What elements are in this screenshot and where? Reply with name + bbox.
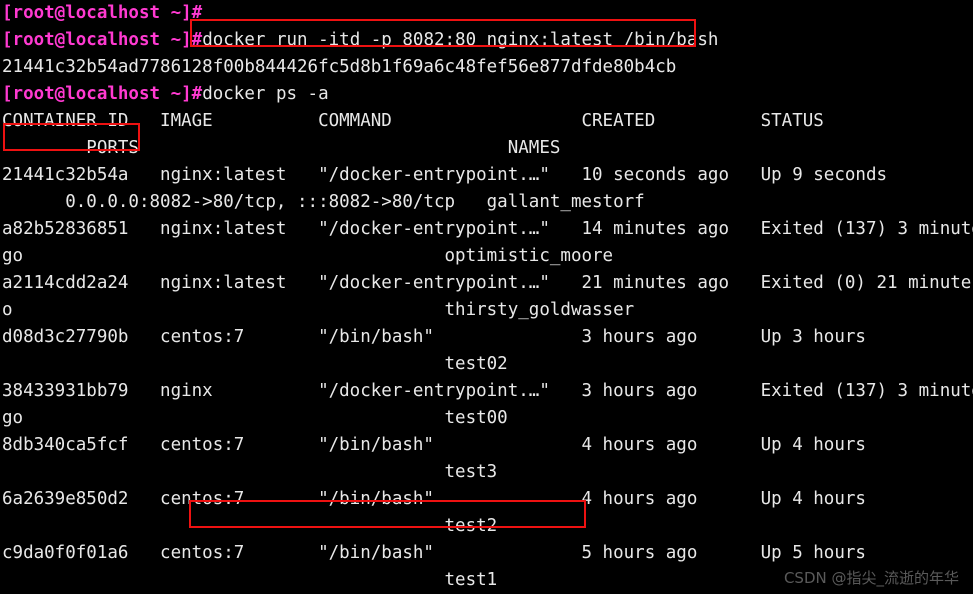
terminal-line-text: 21441c32b54a nginx:latest "/docker-entry… (2, 165, 888, 185)
terminal-line-text: 6a2639e850d2 centos:7 "/bin/bash" 4 hour… (2, 489, 866, 509)
terminal-line: 8db340ca5fcf centos:7 "/bin/bash" 4 hour… (2, 432, 971, 459)
terminal-line-text: 0.0.0.0:8082->80/tcp, :::8082->80/tcp ga… (2, 192, 645, 212)
terminal-line: d08d3c27790b centos:7 "/bin/bash" 3 hour… (2, 324, 971, 351)
terminal-line: 0.0.0.0:8082->80/tcp, :::8082->80/tcp ga… (2, 189, 971, 216)
terminal-line: 6a2639e850d2 centos:7 "/bin/bash" 4 hour… (2, 486, 971, 513)
terminal-line-text: test2 (2, 516, 498, 536)
terminal-line: go optimistic_moore (2, 243, 971, 270)
terminal-line: [root@localhost ~]#docker ps -a (2, 81, 971, 108)
terminal-line-text: a2114cdd2a24 nginx:latest "/docker-entry… (2, 273, 973, 293)
terminal-line: [root@localhost ~]#docker run -itd -p 80… (2, 27, 971, 54)
terminal-line-text: docker ps -a (202, 84, 329, 104)
terminal-line-text: PORTS NAMES (2, 138, 561, 158)
terminal-line-text: 21441c32b54ad7786128f00b844426fc5d8b1f69… (2, 57, 677, 77)
watermark: CSDN @指尖_流逝的年华 (783, 569, 959, 587)
terminal-window[interactable]: [root@localhost ~]# [root@localhost ~]#do… (0, 0, 973, 594)
shell-prompt: [root@localhost ~]# (2, 84, 203, 104)
terminal-line-text: go test00 (2, 408, 508, 428)
terminal-line-text: d08d3c27790b centos:7 "/bin/bash" 3 hour… (2, 327, 866, 347)
terminal-line: test3 (2, 459, 971, 486)
terminal-line: PORTS NAMES (2, 135, 971, 162)
terminal-screen[interactable]: [root@localhost ~]# [root@localhost ~]#do… (2, 0, 973, 594)
terminal-line: o thirsty_goldwasser (2, 297, 971, 324)
terminal-line-text: 38433931bb79 nginx "/docker-entrypoint.…… (2, 381, 973, 401)
terminal-line: 21441c32b54ad7786128f00b844426fc5d8b1f69… (2, 54, 971, 81)
terminal-line-text: test02 (2, 354, 508, 374)
terminal-line: 21441c32b54a nginx:latest "/docker-entry… (2, 162, 971, 189)
terminal-line: test02 (2, 351, 971, 378)
terminal-line-text: test3 (2, 462, 498, 482)
terminal-line: CONTAINER ID IMAGE COMMAND CREATED STATU… (2, 108, 971, 135)
terminal-line: a82b52836851 nginx:latest "/docker-entry… (2, 216, 973, 243)
terminal-line: c9da0f0f01a6 centos:7 "/bin/bash" 5 hour… (2, 540, 971, 567)
shell-prompt: [root@localhost ~]# (2, 3, 203, 23)
terminal-line-text: go optimistic_moore (2, 246, 614, 266)
terminal-line: 38433931bb79 nginx "/docker-entrypoint.…… (2, 378, 973, 405)
terminal-line-text: o thirsty_goldwasser (2, 300, 635, 320)
terminal-line-text: a82b52836851 nginx:latest "/docker-entry… (2, 219, 973, 239)
terminal-line: test2 (2, 513, 971, 540)
shell-prompt: [root@localhost ~]# (2, 30, 203, 50)
terminal-line: go test00 (2, 405, 971, 432)
terminal-line-text: docker run -itd -p 8082:80 nginx:latest … (202, 30, 719, 50)
terminal-line-text: CONTAINER ID IMAGE COMMAND CREATED STATU… (2, 111, 824, 131)
terminal-line-text: c9da0f0f01a6 centos:7 "/bin/bash" 5 hour… (2, 543, 866, 563)
terminal-line: a2114cdd2a24 nginx:latest "/docker-entry… (2, 270, 973, 297)
terminal-line: [root@localhost ~]# (2, 0, 971, 27)
terminal-line-text: 8db340ca5fcf centos:7 "/bin/bash" 4 hour… (2, 435, 866, 455)
terminal-line-text: test1 (2, 570, 498, 590)
